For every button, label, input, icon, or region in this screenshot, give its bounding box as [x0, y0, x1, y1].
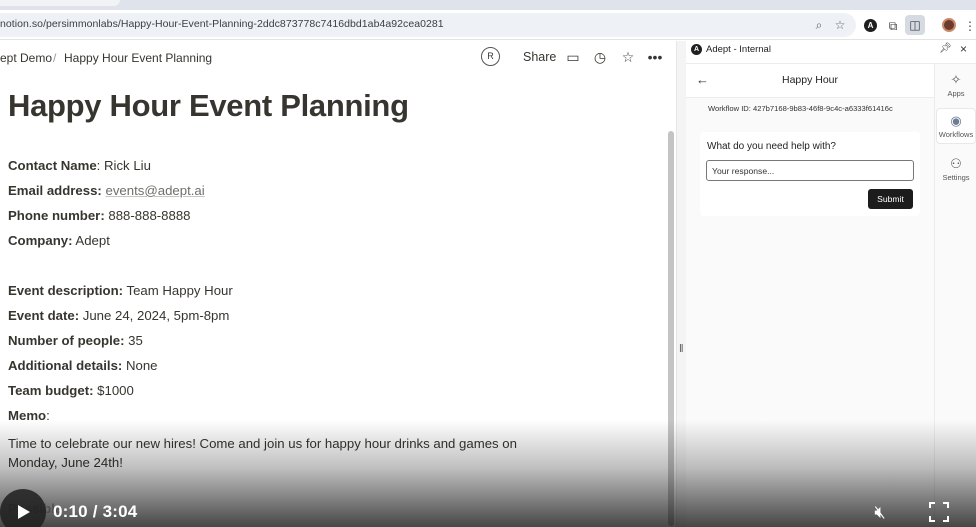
play-icon — [18, 505, 30, 519]
panel-title: Adept - Internal — [706, 44, 771, 55]
history-clock-icon[interactable]: ◷ — [591, 48, 609, 66]
pane-divider[interactable] — [676, 41, 686, 527]
submit-button[interactable]: Submit — [868, 189, 913, 209]
workflow-id: Workflow ID: 427b7168-9b83-46f8-9c4c-a63… — [708, 104, 893, 113]
adept-side-panel: A Adept - Internal 📌︎ × ← Happy Hour Wor… — [686, 41, 976, 527]
drag-handle-icon[interactable]: ‖ — [679, 343, 684, 355]
question-label: What do you need help with? — [707, 141, 836, 152]
field-team-budget[interactable]: Team budget: $1000 — [8, 383, 134, 398]
more-options-icon[interactable]: ••• — [646, 48, 664, 66]
person-icon: ⚇ — [950, 156, 962, 171]
zoom-icon[interactable]: ⌕ — [812, 18, 826, 32]
email-link[interactable]: events@adept.ai — [106, 183, 205, 198]
breadcrumb-workspace[interactable]: ept Demo — [0, 51, 52, 65]
page-scrollbar[interactable] — [668, 131, 674, 526]
workflow-view: ← Happy Hour Workflow ID: 427b7168-9b83-… — [686, 63, 934, 527]
field-contact-name[interactable]: Contact Name: Rick Liu — [8, 158, 151, 173]
pin-icon[interactable]: 📌︎ — [939, 43, 952, 54]
page-title[interactable]: Happy Hour Event Planning — [8, 88, 409, 124]
adept-logo-icon: A — [691, 44, 702, 55]
comment-icon[interactable]: ▭ — [564, 48, 582, 66]
notion-page: ept Demo / Happy Hour Event Planning R S… — [0, 41, 676, 527]
rail-item-apps[interactable]: ✧ Apps — [935, 72, 976, 98]
browser-menu-icon[interactable]: ⋮ — [962, 18, 976, 34]
field-memo[interactable]: Memo: — [8, 408, 50, 423]
question-card: What do you need help with? Submit — [700, 132, 920, 216]
extensions-puzzle-icon[interactable]: ⧉ — [885, 18, 901, 34]
collaborator-avatar[interactable]: R — [481, 47, 500, 66]
video-time: 0:10 / 3:04 — [53, 502, 138, 521]
workflow-title: Happy Hour — [781, 74, 839, 86]
breadcrumb-page[interactable]: Happy Hour Event Planning — [64, 51, 212, 65]
bookmark-star-icon[interactable]: ☆ — [833, 18, 847, 32]
profile-avatar[interactable] — [942, 18, 956, 32]
panel-header: A Adept - Internal 📌︎ × — [686, 41, 976, 61]
field-phone[interactable]: Phone number: 888-888-8888 — [8, 208, 191, 223]
play-button[interactable] — [0, 489, 46, 527]
rail-item-settings[interactable]: ⚇ Settings — [935, 156, 976, 182]
notion-topbar: ept Demo / Happy Hour Event Planning R S… — [0, 41, 676, 73]
address-bar[interactable]: notion.so/persimmonlabs/Happy-Hour-Event… — [0, 13, 856, 37]
response-input[interactable] — [706, 160, 914, 181]
close-icon[interactable]: × — [960, 42, 967, 56]
favorite-star-icon[interactable]: ☆ — [619, 48, 637, 66]
breadcrumb-separator: / — [53, 51, 57, 65]
browser-tabstrip — [0, 0, 976, 10]
adept-extension-icon[interactable]: A — [864, 19, 877, 32]
side-panel-icon[interactable]: ◫ — [905, 15, 925, 35]
browser-toolbar: notion.so/persimmonlabs/Happy-Hour-Event… — [0, 10, 976, 40]
field-additional-details[interactable]: Additional details: None — [8, 358, 158, 373]
field-company[interactable]: Company: Adept — [8, 233, 110, 248]
field-number-of-people[interactable]: Number of people: 35 — [8, 333, 143, 348]
field-email[interactable]: Email address: events@adept.ai — [8, 183, 205, 198]
field-event-description[interactable]: Event description: Team Happy Hour — [8, 283, 233, 298]
workflow-icon: ◉ — [950, 113, 962, 128]
fullscreen-icon[interactable] — [929, 502, 949, 522]
rail-item-workflows[interactable]: ◉ Workflows — [936, 108, 976, 144]
muted-speaker-icon[interactable]: 🔇︎ — [868, 501, 892, 523]
browser-tab[interactable] — [0, 0, 120, 6]
share-button[interactable]: Share — [523, 50, 556, 64]
workflow-header: ← Happy Hour — [686, 64, 934, 98]
panel-rail: ✧ Apps ◉ Workflows ⚇ Settings — [934, 63, 976, 527]
memo-text[interactable]: Time to celebrate our new hires! Come an… — [8, 434, 568, 472]
url-text: notion.so/persimmonlabs/Happy-Hour-Event… — [0, 18, 444, 30]
field-event-date[interactable]: Event date: June 24, 2024, 5pm-8pm — [8, 308, 229, 323]
sparkle-icon: ✧ — [950, 72, 962, 87]
